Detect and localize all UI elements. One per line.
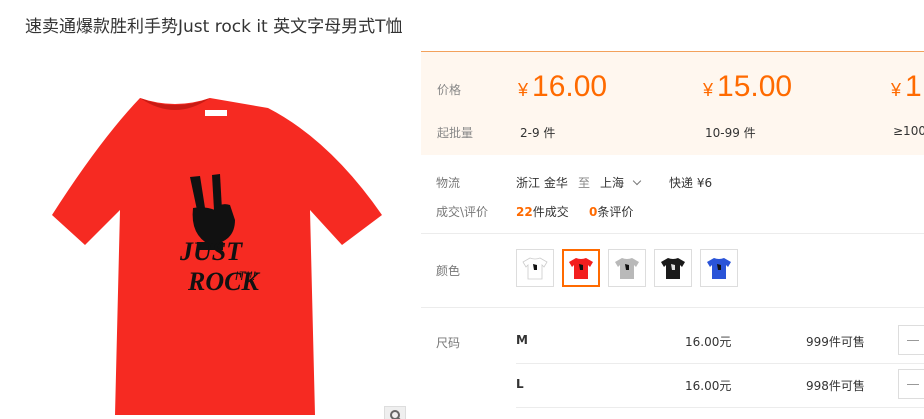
sold-count: 22 bbox=[516, 205, 533, 219]
moq-label: 起批量 bbox=[437, 126, 474, 140]
tshirt-thumbnail bbox=[661, 258, 685, 279]
color-swatch-gray[interactable] bbox=[608, 249, 646, 287]
color-swatch-black[interactable] bbox=[654, 249, 692, 287]
currency-symbol: ¥ bbox=[703, 80, 714, 100]
color-swatch-white[interactable] bbox=[516, 249, 554, 287]
tier-qty: ≥100 bbox=[893, 124, 924, 138]
tier-price: 15.00 bbox=[717, 70, 793, 103]
size-row-l: L 16.00元 998件可售 bbox=[421, 363, 924, 407]
size-stock: 999件可售 bbox=[806, 335, 865, 349]
color-label: 颜色 bbox=[436, 264, 461, 278]
tshirt-tag bbox=[205, 110, 227, 116]
color-swatch-blue[interactable] bbox=[700, 249, 738, 287]
size-name: L bbox=[516, 377, 524, 391]
print-it: IT!!! bbox=[235, 269, 256, 283]
sold-suffix: 件成交 bbox=[532, 205, 569, 219]
deals-label: 成交\评价 bbox=[436, 205, 489, 219]
product-image[interactable]: JUST ROCK IT!!! bbox=[30, 70, 405, 419]
logistics-label: 物流 bbox=[436, 176, 461, 190]
tshirt-thumbnail bbox=[569, 258, 593, 279]
size-price: 16.00元 bbox=[685, 335, 732, 349]
magnifier-icon bbox=[390, 410, 401, 419]
print-just: JUST bbox=[179, 237, 243, 266]
tier-qty: 10-99 件 bbox=[705, 126, 756, 140]
color-swatch-red[interactable] bbox=[562, 249, 600, 287]
shipping-fee: 快递 ¥6 bbox=[669, 176, 713, 190]
review-suffix: 条评价 bbox=[597, 205, 634, 219]
price-label: 价格 bbox=[437, 83, 462, 97]
to-text: 至 bbox=[578, 176, 591, 190]
decrease-quantity-button[interactable] bbox=[898, 369, 924, 399]
size-row-m: M 16.00元 999件可售 bbox=[421, 319, 924, 363]
size-price: 16.00元 bbox=[685, 379, 732, 393]
sold-info[interactable]: 22件成交 bbox=[516, 203, 569, 220]
zoom-button[interactable] bbox=[384, 406, 406, 419]
destination-select[interactable]: 上海 bbox=[600, 174, 642, 191]
size-name: M bbox=[516, 333, 528, 347]
tshirt-thumbnail bbox=[522, 257, 548, 280]
price-panel: 价格 起批量 ¥16.00 2-9 件 ¥15.00 10-99 件 ¥1 ≥1… bbox=[421, 51, 924, 155]
tier-qty: 2-9 件 bbox=[520, 126, 556, 140]
divider bbox=[421, 307, 924, 308]
chevron-down-icon bbox=[632, 176, 642, 186]
destination-value: 上海 bbox=[600, 176, 625, 190]
tshirt-image: JUST ROCK IT!!! bbox=[52, 98, 382, 415]
tier-price: 16.00 bbox=[532, 70, 608, 103]
currency-symbol: ¥ bbox=[518, 80, 529, 100]
currency-symbol: ¥ bbox=[891, 80, 902, 100]
tshirt-thumbnail bbox=[707, 258, 731, 279]
tshirt-thumbnail bbox=[615, 258, 639, 279]
origin-location: 浙江 金华 bbox=[516, 176, 568, 190]
product-title: 速卖通爆款胜利手势Just rock it 英文字母男式T恤 bbox=[25, 17, 403, 37]
size-stock: 998件可售 bbox=[806, 379, 865, 393]
decrease-quantity-button[interactable] bbox=[898, 325, 924, 355]
tier-price: 1 bbox=[905, 70, 922, 103]
review-info[interactable]: 0条评价 bbox=[589, 203, 633, 220]
divider bbox=[516, 407, 924, 408]
divider bbox=[421, 233, 924, 234]
